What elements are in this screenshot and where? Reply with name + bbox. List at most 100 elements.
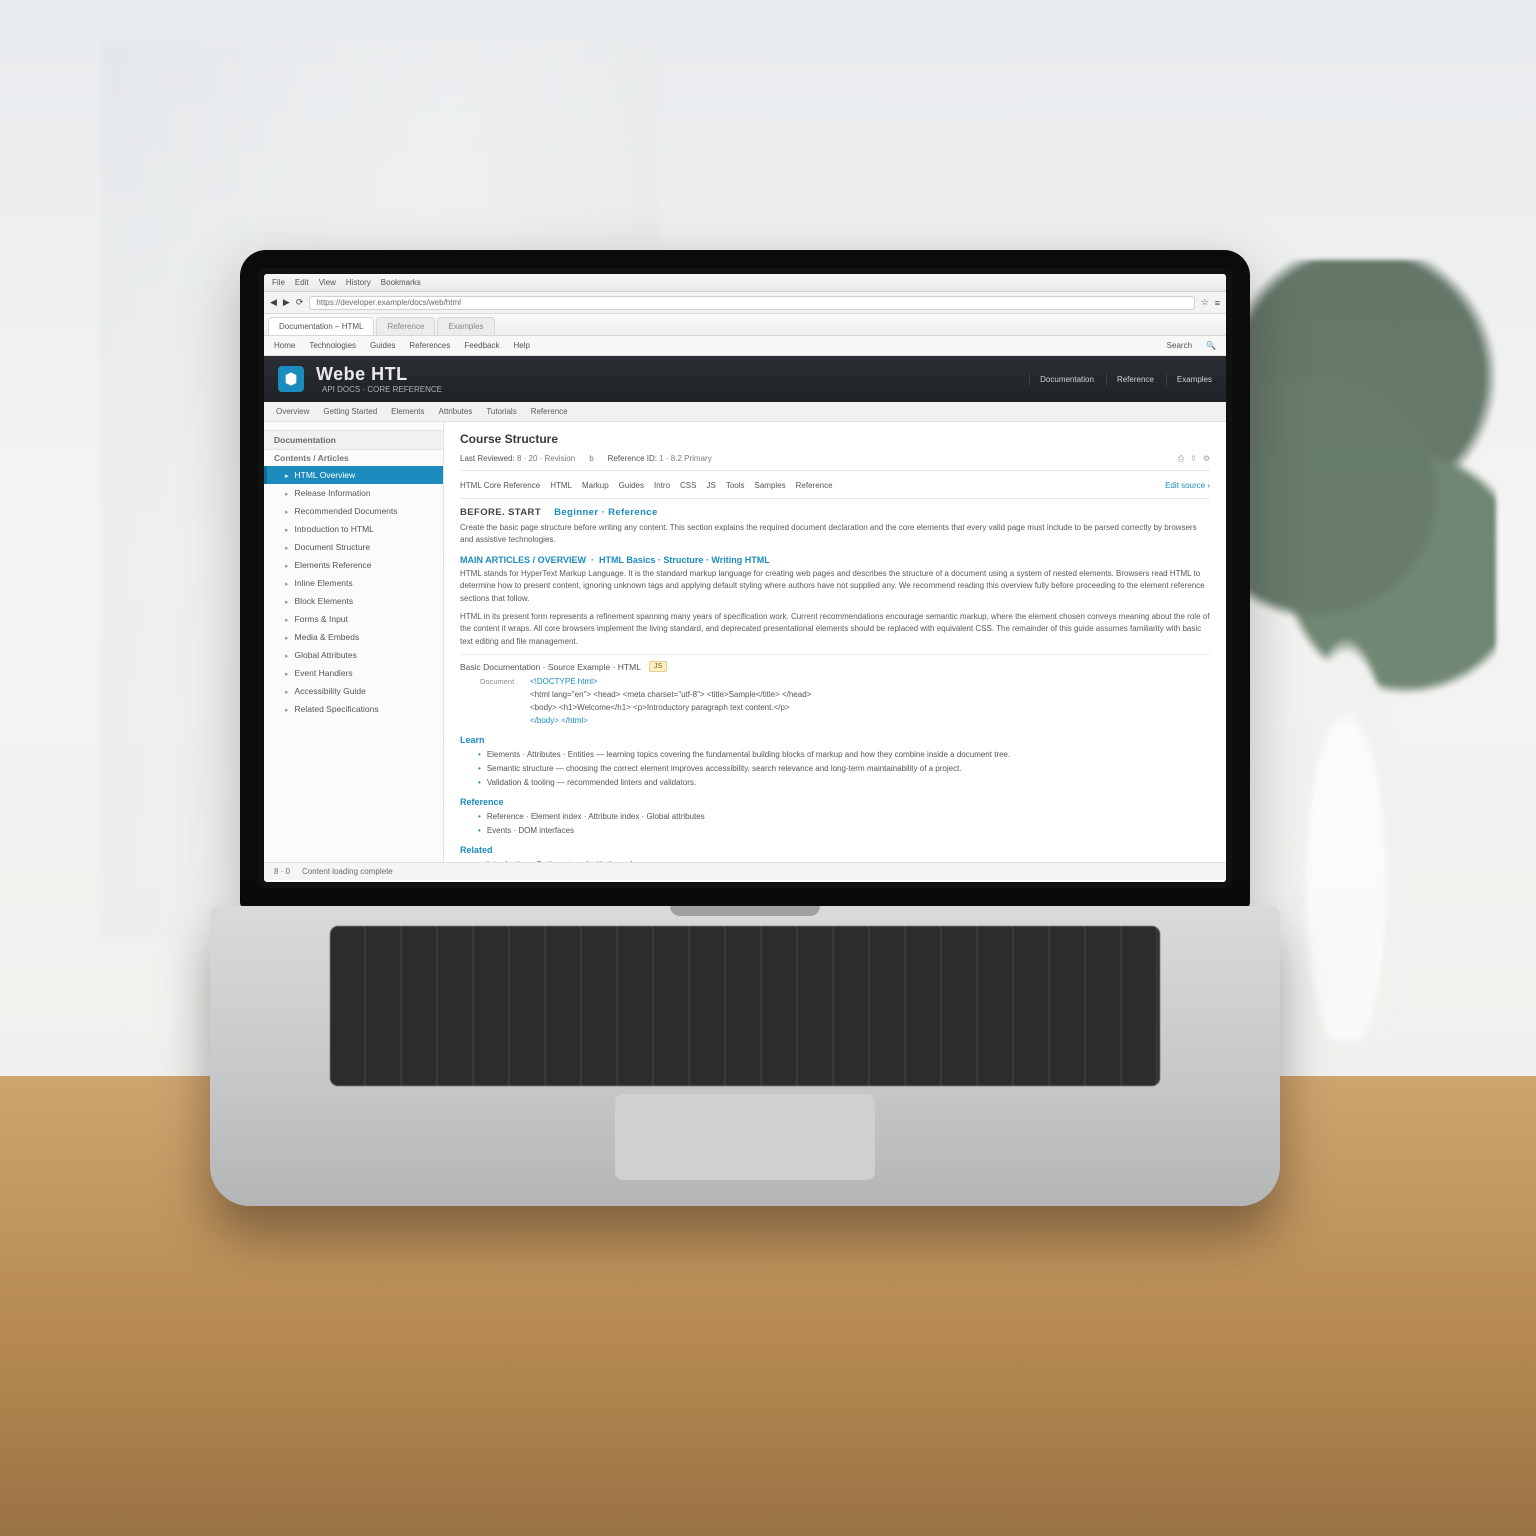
- tab-docs[interactable]: Documentation – HTML: [268, 317, 374, 335]
- section-1-heading: BEFORE. START Beginner · Reference: [460, 507, 1210, 518]
- os-menu-edit[interactable]: Edit: [295, 278, 309, 287]
- sidebar-item-recommended[interactable]: Recommended Documents: [264, 502, 443, 520]
- list-item[interactable]: Semantic structure — choosing the correc…: [478, 762, 1210, 776]
- bc-2[interactable]: Markup: [582, 481, 609, 490]
- tab-reference[interactable]: Reference: [376, 317, 435, 335]
- menu-guides[interactable]: Guides: [370, 341, 395, 350]
- menu-help[interactable]: Help: [513, 341, 529, 350]
- os-menu-history[interactable]: History: [346, 278, 371, 287]
- bc-8[interactable]: Samples: [755, 481, 786, 490]
- menu-tech[interactable]: Technologies: [309, 341, 356, 350]
- list-learn: Elements · Attributes · Entities — learn…: [478, 748, 1210, 789]
- breadcrumb-bar: HTML Core Reference HTML Markup Guides I…: [460, 477, 1210, 499]
- bc-4[interactable]: Intro: [654, 481, 670, 490]
- list-item[interactable]: Elements · Attributes · Entities — learn…: [478, 748, 1210, 762]
- list-item[interactable]: Validation & tooling — recommended linte…: [478, 776, 1210, 790]
- app-menubar: Home Technologies Guides References Feed…: [264, 336, 1226, 356]
- hero-subtitle: API DOCS · CORE REFERENCE: [322, 385, 442, 394]
- tab-strip: Documentation – HTML Reference Examples: [264, 314, 1226, 336]
- meta-row: Last Reviewed: 8 · 20 · Revision b Refer…: [460, 454, 1210, 471]
- hero-nav-ref[interactable]: Reference: [1106, 373, 1154, 386]
- sidebar-item-global[interactable]: Global Attributes: [264, 646, 443, 664]
- subnav-reference[interactable]: Reference: [531, 407, 568, 416]
- os-menu-bookmarks[interactable]: Bookmarks: [381, 278, 421, 287]
- menu-home[interactable]: Home: [274, 341, 295, 350]
- hero-nav-docs[interactable]: Documentation: [1029, 373, 1094, 386]
- bc-5[interactable]: CSS: [680, 481, 696, 490]
- status-center: Content loading complete: [302, 867, 393, 876]
- status-left: 8 · 0: [274, 867, 290, 876]
- sidebar-item-block[interactable]: Block Elements: [264, 592, 443, 610]
- meta-lbl-0: Last Reviewed:: [460, 454, 515, 463]
- gear-icon[interactable]: ⚙: [1203, 454, 1210, 464]
- bookmark-icon[interactable]: ☆: [1201, 297, 1209, 308]
- menu-icon[interactable]: ≡: [1215, 298, 1220, 308]
- sidebar-item-release[interactable]: Release Information: [264, 484, 443, 502]
- subnav-attrs[interactable]: Attributes: [439, 407, 473, 416]
- bc-1[interactable]: HTML: [550, 481, 572, 490]
- menu-refs[interactable]: References: [409, 341, 450, 350]
- sidebar-header: Documentation: [264, 430, 443, 450]
- list-reference: Reference · Element index · Attribute in…: [478, 810, 1210, 837]
- menu-search[interactable]: Search: [1167, 341, 1192, 350]
- reload-icon[interactable]: ⟳: [296, 297, 304, 308]
- tab-examples[interactable]: Examples: [437, 317, 494, 335]
- logo-icon: [278, 366, 304, 392]
- code-line-1: <html lang="en"> <head> <meta charset="u…: [530, 690, 811, 699]
- list1-heading: Learn: [460, 735, 1210, 745]
- hero-nav-ex[interactable]: Examples: [1166, 373, 1212, 386]
- trackpad: [615, 1094, 875, 1180]
- sidebar-item-events[interactable]: Event Handlers: [264, 664, 443, 682]
- status-bar: 8 · 0 Content loading complete: [264, 862, 1226, 880]
- address-bar[interactable]: https://developer.example/docs/web/html: [309, 296, 1194, 310]
- subnav-elements[interactable]: Elements: [391, 407, 424, 416]
- meta-val-2: 1 · 8.2 Primary: [659, 454, 711, 463]
- bc-7[interactable]: Tools: [726, 481, 745, 490]
- sidebar-item-media[interactable]: Media & Embeds: [264, 628, 443, 646]
- sidebar-item-intro[interactable]: Introduction to HTML: [264, 520, 443, 538]
- bc-9[interactable]: Reference: [796, 481, 833, 490]
- screen: File Edit View History Bookmarks ◀ ▶ ⟳ h…: [264, 274, 1226, 882]
- list-item[interactable]: Reference · Element index · Attribute in…: [478, 810, 1210, 824]
- sidebar-item-a11y[interactable]: Accessibility Guide: [264, 682, 443, 700]
- keyboard: [330, 926, 1160, 1086]
- main-content: Course Structure Last Reviewed: 8 · 20 ·…: [444, 422, 1226, 862]
- subnav-overview[interactable]: Overview: [276, 407, 309, 416]
- bc-6[interactable]: JS: [706, 481, 715, 490]
- section-2-para-2: HTML in its present form represents a re…: [460, 611, 1210, 648]
- search-icon[interactable]: 🔍: [1206, 341, 1216, 350]
- os-menu-file[interactable]: File: [272, 278, 285, 287]
- list-item[interactable]: Introduction · Getting started with the …: [478, 858, 1210, 862]
- section-2-links[interactable]: HTML Basics · Structure · Writing HTML: [599, 555, 770, 565]
- sidebar-item-overview[interactable]: HTML Overview: [264, 466, 443, 484]
- sidebar-item-specs[interactable]: Related Specifications: [264, 700, 443, 718]
- sidebar-item-elements[interactable]: Elements Reference: [264, 556, 443, 574]
- menu-feedback[interactable]: Feedback: [464, 341, 499, 350]
- subnav-start[interactable]: Getting Started: [323, 407, 377, 416]
- back-icon[interactable]: ◀: [270, 297, 277, 308]
- sidebar: Documentation Contents / Articles HTML O…: [264, 422, 444, 862]
- sidebar-item-inline[interactable]: Inline Elements: [264, 574, 443, 592]
- share-icon[interactable]: ⇪: [1190, 454, 1197, 464]
- list-item[interactable]: Events · DOM interfaces: [478, 824, 1210, 838]
- os-menu-view[interactable]: View: [319, 278, 336, 287]
- edit-source-link[interactable]: Edit source ›: [1165, 481, 1210, 490]
- forward-icon[interactable]: ▶: [283, 297, 290, 308]
- bc-3[interactable]: Guides: [619, 481, 644, 490]
- code-line-0: <!DOCTYPE html>: [530, 677, 598, 686]
- meta-val-1: b: [589, 454, 593, 464]
- divider: [460, 654, 1210, 655]
- section-2-heading: MAIN ARTICLES / OVERVIEW · HTML Basics ·…: [460, 555, 1210, 565]
- hero-title: Webe HTL: [316, 364, 442, 385]
- code-badge: JS: [649, 661, 667, 672]
- sidebar-item-structure[interactable]: Document Structure: [264, 538, 443, 556]
- subnav-tutorials[interactable]: Tutorials: [486, 407, 516, 416]
- section-2-para-1: HTML stands for HyperText Markup Languag…: [460, 568, 1210, 605]
- page-title: Course Structure: [460, 432, 1210, 446]
- section-1-para: Create the basic page structure before w…: [460, 522, 1210, 547]
- bc-0[interactable]: HTML Core Reference: [460, 481, 540, 490]
- code-line-2: <body> <h1>Welcome</h1> <p>Introductory …: [530, 703, 790, 712]
- print-icon[interactable]: ⎙: [1178, 454, 1184, 464]
- sub-nav: Overview Getting Started Elements Attrib…: [264, 402, 1226, 422]
- sidebar-item-forms[interactable]: Forms & Input: [264, 610, 443, 628]
